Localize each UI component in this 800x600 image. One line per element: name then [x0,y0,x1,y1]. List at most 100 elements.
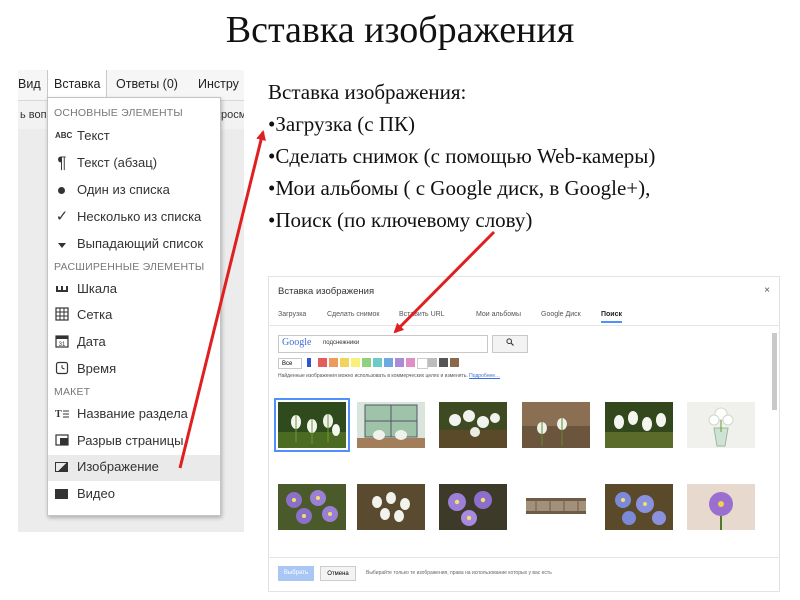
menu-responses[interactable]: Ответы (0) [116,77,178,91]
image-search-input[interactable]: Google подснежники [278,335,488,353]
insert-image-dialog: Вставка изображения × Загрузка Сделать с… [268,276,780,592]
menu-item-scale[interactable]: Шкала [48,277,220,303]
paragraph-icon: ¶ [57,153,67,172]
color-swatch[interactable] [450,358,459,367]
bullet-heading: Вставка изображения: [268,80,467,104]
results-scrollbar[interactable] [772,333,777,410]
section-advanced-header: РАСШИРЕННЫЕ ЭЛЕМЕНТЫ [54,261,205,273]
menu-item-grid[interactable]: Сетка [48,303,220,329]
result-thumbnail[interactable] [439,484,507,530]
menu-item-dropdown[interactable]: Выпадающий список [48,232,220,258]
tab-url[interactable]: Вставить URL [399,311,445,318]
filter-select[interactable]: Все [278,358,302,369]
scale-icon [55,281,69,297]
color-swatch[interactable] [428,358,437,367]
color-swatch[interactable] [395,358,404,367]
menu-tools[interactable]: Инстру [198,77,239,91]
section-title-icon: T [55,406,69,422]
section-layout-header: МАКЕТ [54,386,91,398]
select-button[interactable]: Выбрать [278,566,314,581]
result-thumbnail[interactable] [439,402,507,448]
menu-item-paragraph[interactable]: ¶ Текст (абзац) [48,151,220,177]
menu-item-image[interactable]: Изображение [48,455,220,481]
menu-item-label: Несколько из списка [77,209,202,224]
menu-item-label: Один из списка [77,182,170,197]
license-note: Найденные изображения можно использовать… [278,373,500,379]
menu-item-label: Видео [77,486,115,501]
menu-insert[interactable]: Вставка [47,70,108,99]
color-swatch[interactable] [373,358,382,367]
slide-title: Вставка изображения [225,9,575,51]
dialog-title: Вставка изображения [278,286,375,297]
menu-item-label: Время [77,361,117,376]
tabs-divider [269,325,779,326]
result-thumbnail[interactable] [687,484,755,530]
search-query: подснежники [323,340,360,346]
cancel-button[interactable]: Отмена [320,566,356,581]
close-icon[interactable]: × [764,285,770,296]
tab-snapshot[interactable]: Сделать снимок [327,311,379,318]
menu-item-checkboxes[interactable]: ✓ Несколько из списка [48,205,220,231]
menu-item-label: Название раздела [77,406,188,421]
color-swatch[interactable] [439,358,448,367]
tab-albums[interactable]: Мои альбомы [476,311,521,318]
magnifier-icon [506,338,514,348]
color-swatch[interactable] [417,358,428,369]
color-swatch[interactable] [406,358,415,367]
color-swatch[interactable] [307,358,311,367]
menu-item-label: Текст (абзац) [77,155,158,170]
result-thumbnail[interactable] [278,484,346,530]
checkmark-icon: ✓ [55,208,69,225]
tab-drive[interactable]: Google Диск [541,311,581,318]
radio-icon [58,187,65,194]
svg-text:31: 31 [59,342,66,348]
license-note-link[interactable]: Подробнее… [469,373,500,379]
dropdown-icon [58,243,66,248]
result-thumbnail[interactable] [605,484,673,530]
menu-item-label: Изображение [77,459,159,474]
menu-item-label: Текст [77,128,110,143]
menu-view[interactable]: Вид [18,77,41,91]
result-thumbnail[interactable] [687,402,755,448]
menu-item-time[interactable]: Время [48,357,220,383]
search-button[interactable] [492,335,528,353]
color-swatch[interactable] [384,358,393,367]
bullet-snapshot: •Сделать снимок (с помощью Web-камеры) [268,144,656,168]
tab-search[interactable]: Поиск [601,311,623,323]
menu-item-date[interactable]: 31 Дата [48,330,220,356]
result-thumbnail[interactable] [522,402,590,448]
color-swatch[interactable] [340,358,349,367]
insert-menu-screenshot: Вид Вставка Ответы (0) Инстру ь вопр рос… [18,70,244,532]
color-swatch[interactable] [329,358,338,367]
result-thumbnail[interactable] [357,402,425,448]
menu-item-text[interactable]: ABC Текст [48,124,220,150]
color-swatch[interactable] [318,358,327,367]
menu-item-video[interactable]: Видео [48,482,220,508]
menu-item-page-break[interactable]: Разрыв страницы [48,429,220,455]
result-thumbnail[interactable] [357,484,425,530]
footer-divider [269,557,779,558]
menu-item-section-title[interactable]: T Название раздела [48,402,220,428]
video-icon [55,489,68,499]
abc-icon: ABC [55,131,73,140]
menu-item-multiple-choice[interactable]: Один из списка [48,178,220,204]
menu-item-label: Сетка [77,307,113,322]
insert-dropdown: ОСНОВНЫЕ ЭЛЕМЕНТЫ ABC Текст ¶ Текст (абз… [47,97,221,516]
result-thumbnail[interactable] [605,402,673,448]
result-thumbnail[interactable] [274,398,350,452]
section-basic-header: ОСНОВНЫЕ ЭЛЕМЕНТЫ [54,107,183,119]
calendar-icon: 31 [55,334,69,350]
color-swatch[interactable] [362,358,371,367]
bullet-albums: •Мои альбомы ( с Google диск, в Google+)… [268,176,651,200]
tab-upload[interactable]: Загрузка [278,311,306,318]
color-swatch[interactable] [351,358,360,367]
footer-note: Выбирайте только те изображения, права н… [366,570,552,576]
toolbar-preview[interactable]: росм [221,109,244,121]
google-logo: Google [282,337,312,348]
menu-item-label: Разрыв страницы [77,433,184,448]
menu-item-label: Шкала [77,281,117,296]
clock-icon [55,361,69,377]
menu-item-label: Дата [77,334,106,349]
result-thumbnail[interactable] [522,484,590,530]
grid-icon [55,307,69,323]
